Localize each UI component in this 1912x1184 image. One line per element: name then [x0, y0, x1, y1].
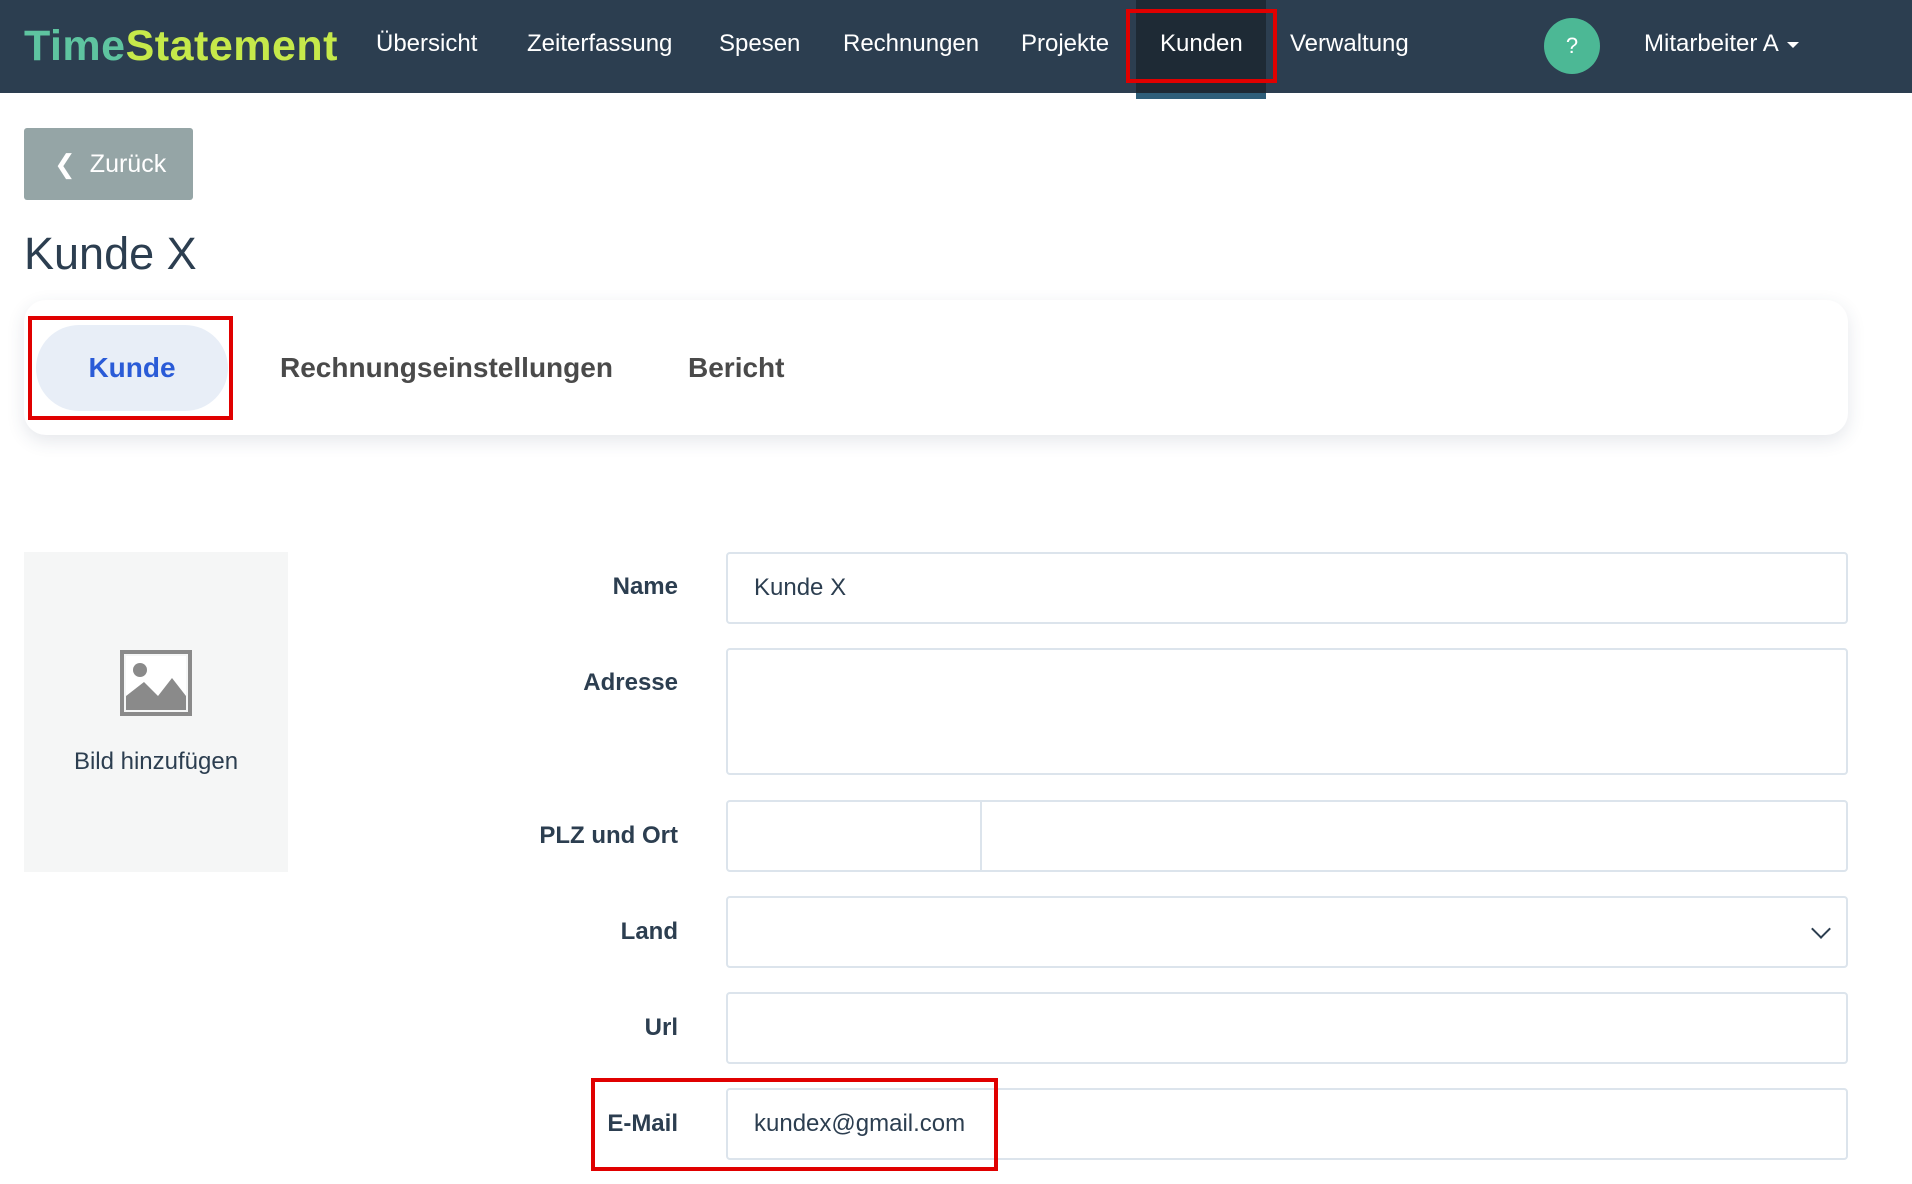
name-label: Name — [612, 573, 678, 600]
help-button[interactable]: ? — [1544, 18, 1600, 74]
caret-down-icon — [1786, 41, 1799, 48]
nav-item-uebersicht[interactable]: Übersicht — [376, 30, 477, 58]
highlight-box-email — [591, 1078, 998, 1171]
plz-input[interactable] — [728, 802, 982, 870]
tab-bericht[interactable]: Bericht — [688, 325, 784, 411]
image-icon — [120, 650, 192, 716]
chevron-down-icon — [1811, 919, 1831, 939]
top-navbar: TimeStatement Übersicht Zeiterfassung Sp… — [0, 0, 1912, 99]
name-input[interactable]: Kunde X — [726, 552, 1848, 624]
tab-rechnungseinstellungen[interactable]: Rechnungseinstellungen — [280, 325, 613, 411]
tab-bar: Kunde Rechnungseinstellungen Bericht — [24, 300, 1848, 435]
brand-logo-statement: Statement — [125, 22, 338, 70]
back-button-label: Zurück — [89, 149, 167, 178]
back-button[interactable]: ❮ Zurück — [24, 128, 193, 200]
page-title: Kunde X — [24, 228, 197, 279]
plz-ort-group — [726, 800, 1848, 872]
brand-logo[interactable]: TimeStatement — [24, 22, 338, 71]
add-image-area[interactable]: Bild hinzufügen — [24, 552, 288, 872]
ort-input[interactable] — [982, 802, 1846, 870]
nav-item-rechnungen[interactable]: Rechnungen — [843, 30, 979, 58]
add-image-label: Bild hinzufügen — [73, 748, 239, 775]
user-menu-label: Mitarbeiter A — [1644, 30, 1779, 57]
land-label: Land — [620, 918, 678, 945]
url-label: Url — [644, 1014, 678, 1041]
url-input[interactable] — [726, 992, 1848, 1064]
address-textarea[interactable] — [726, 648, 1848, 775]
nav-item-projekte[interactable]: Projekte — [1021, 30, 1109, 58]
plz-ort-label: PLZ und Ort — [539, 822, 678, 849]
address-label: Adresse — [583, 669, 678, 696]
chevron-left-icon: ❮ — [54, 148, 76, 179]
nav-item-zeiterfassung[interactable]: Zeiterfassung — [527, 30, 672, 58]
nav-item-verwaltung[interactable]: Verwaltung — [1290, 30, 1409, 58]
nav-item-spesen[interactable]: Spesen — [719, 30, 800, 58]
name-input-value: Kunde X — [754, 574, 847, 601]
highlight-box-kunden-nav — [1126, 9, 1277, 83]
brand-logo-time: Time — [24, 22, 126, 70]
nav-active-indicator — [1136, 93, 1266, 99]
user-menu[interactable]: Mitarbeiter A — [1644, 30, 1799, 58]
highlight-box-kunde-tab — [28, 316, 233, 420]
land-select[interactable] — [726, 896, 1848, 968]
